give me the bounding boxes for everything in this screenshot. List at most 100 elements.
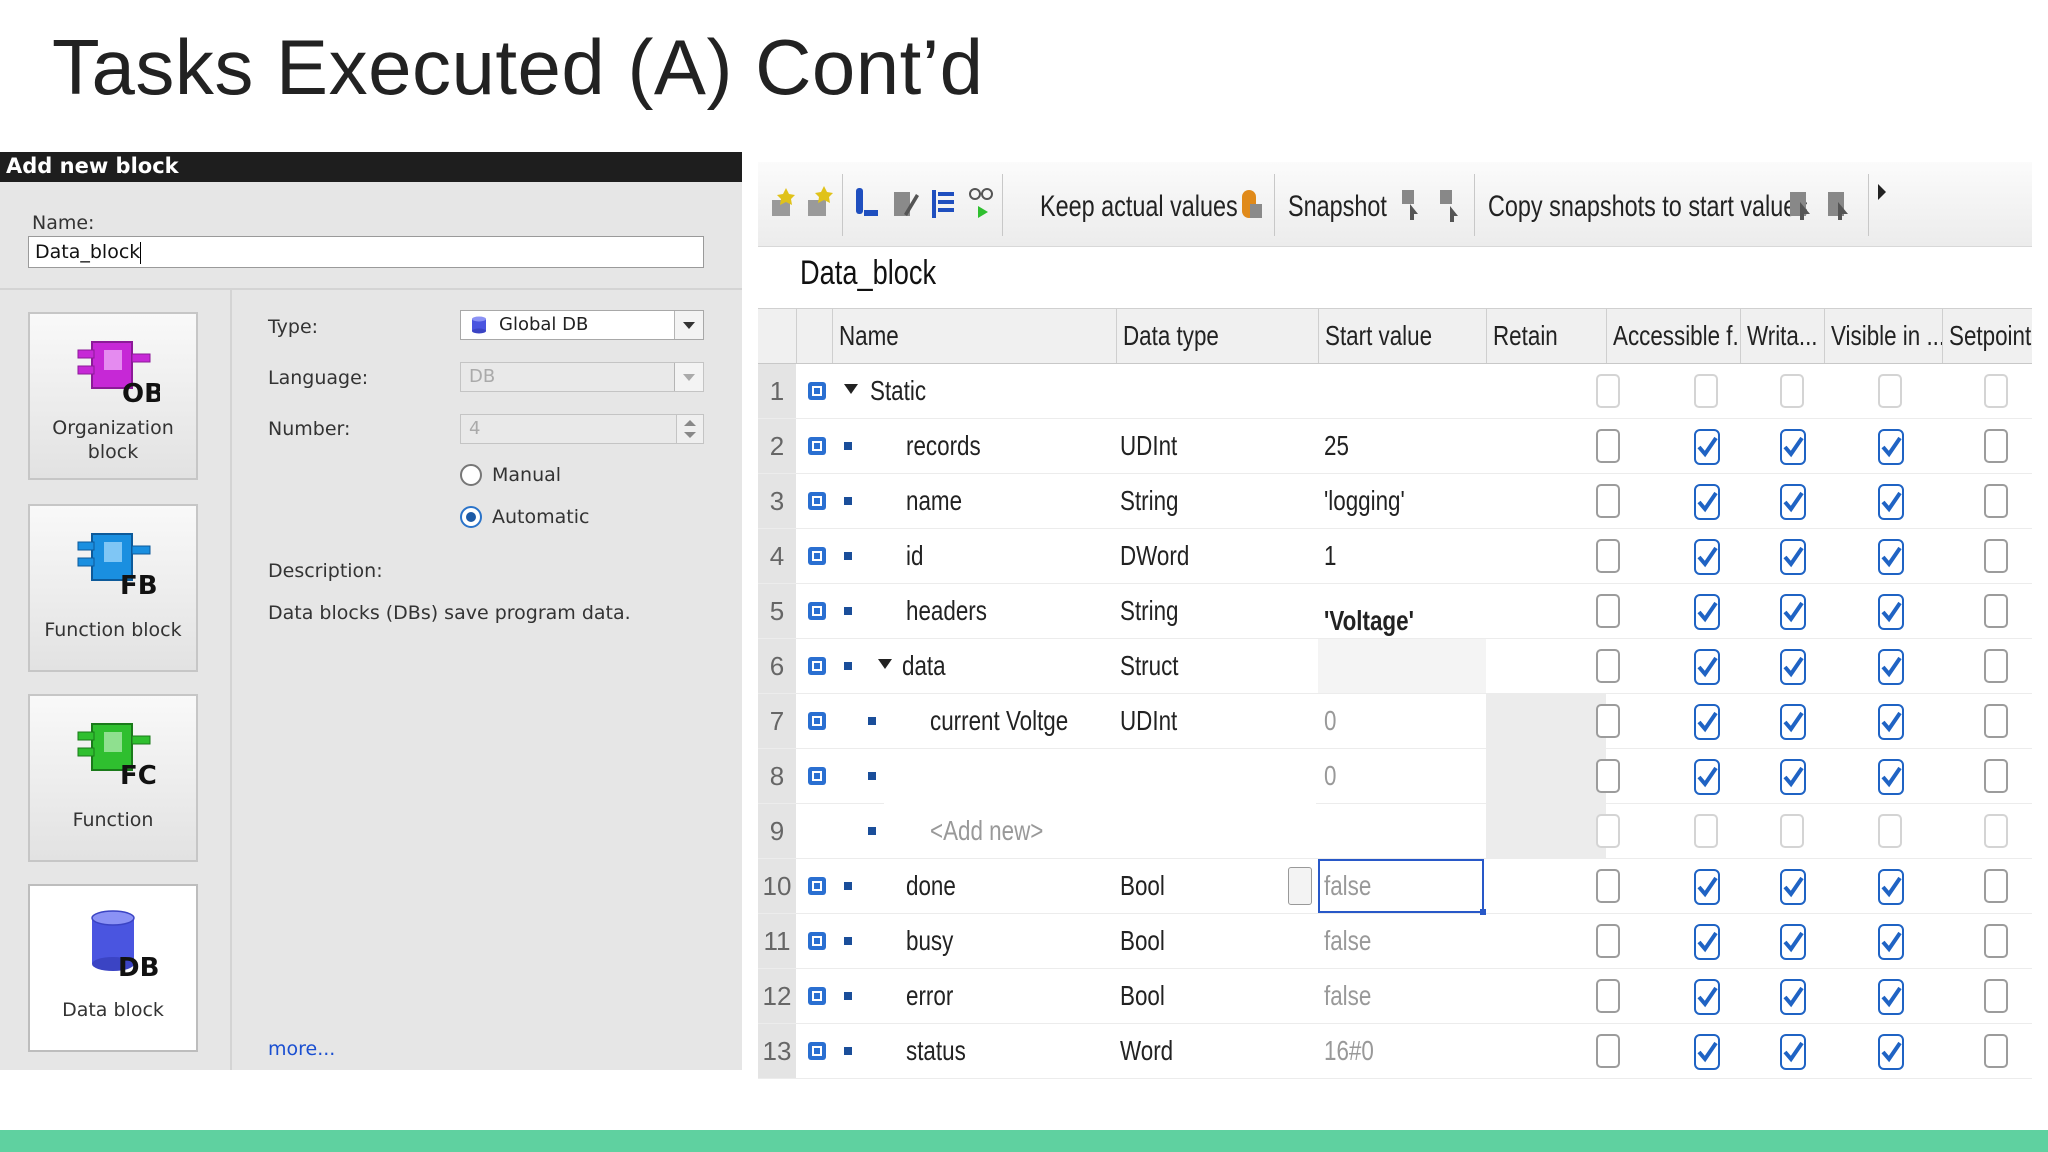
checkbox-unchecked[interactable] [1596, 484, 1620, 518]
header-retain[interactable]: Retain [1486, 309, 1606, 363]
table-row[interactable]: 12 error Bool false [758, 969, 2032, 1024]
value-edit-button[interactable] [1288, 867, 1312, 905]
checkbox-checked[interactable] [1780, 429, 1806, 465]
cell-start-value[interactable]: 0 [1324, 694, 1340, 748]
cell-name[interactable]: name [906, 474, 976, 528]
cell-data-type[interactable]: Word [1120, 1024, 1186, 1078]
cell-data-type[interactable]: Bool [1120, 859, 1176, 913]
checkbox-checked[interactable] [1694, 539, 1720, 575]
checkbox-unchecked[interactable] [1596, 539, 1620, 573]
cell-start-value[interactable]: false [1324, 914, 1383, 968]
checkbox-checked[interactable] [1694, 429, 1720, 465]
cell-start-value[interactable]: false [1324, 859, 1383, 913]
list-icon[interactable] [928, 184, 958, 224]
checkbox-unchecked[interactable] [1596, 429, 1620, 463]
table-row[interactable]: 5 headers String 'Voltage' [758, 584, 2032, 639]
cell-start-value[interactable]: false [1324, 969, 1383, 1023]
checkbox-unchecked[interactable] [1984, 484, 2008, 518]
expand-triangle-icon[interactable] [878, 659, 892, 669]
header-start-value[interactable]: Start value [1318, 309, 1486, 363]
checkbox-unchecked[interactable] [1984, 649, 2008, 683]
checkbox-checked[interactable] [1878, 869, 1904, 905]
expand-icon[interactable] [852, 184, 882, 224]
table-row[interactable]: 4 id DWord 1 [758, 529, 2032, 584]
header-data-type[interactable]: Data type [1116, 309, 1318, 363]
checkbox-checked[interactable] [1694, 594, 1720, 630]
cell-name[interactable]: busy [906, 914, 965, 968]
checkbox-checked[interactable] [1694, 484, 1720, 520]
load-setpoints-icon[interactable] [1824, 184, 1854, 224]
checkbox-checked[interactable] [1780, 594, 1806, 630]
checkbox-checked[interactable] [1694, 704, 1720, 740]
header-name[interactable]: Name [832, 309, 1116, 363]
cell-data-type[interactable]: Struct [1120, 639, 1193, 693]
cell-start-value[interactable]: 'logging' [1324, 474, 1425, 528]
table-row[interactable]: 2 records UDInt 25 [758, 419, 2032, 474]
cell-name[interactable]: data [902, 639, 957, 693]
checkbox-unchecked[interactable] [1596, 979, 1620, 1013]
function-button[interactable]: FC Function [28, 694, 198, 862]
data-block-button[interactable]: DB Data block [28, 884, 198, 1052]
checkbox-unchecked[interactable] [1596, 924, 1620, 958]
cell-name[interactable]: status [906, 1024, 981, 1078]
checkbox-checked[interactable] [1878, 1034, 1904, 1070]
checkbox-unchecked[interactable] [1596, 869, 1620, 903]
checkbox-unchecked[interactable] [1984, 594, 2008, 628]
checkbox-unchecked[interactable] [1984, 979, 2008, 1013]
checkbox-checked[interactable] [1878, 649, 1904, 685]
checkbox-checked[interactable] [1780, 704, 1806, 740]
cell-start-value[interactable]: 1 [1324, 529, 1340, 583]
checkbox-checked[interactable] [1780, 649, 1806, 685]
checkbox-checked[interactable] [1694, 979, 1720, 1015]
checkbox-checked[interactable] [1780, 539, 1806, 575]
header-writable[interactable]: Writa... [1740, 309, 1824, 363]
checkbox-unchecked[interactable] [1596, 374, 1620, 408]
cell-start-value[interactable]: 16#0 [1324, 1024, 1386, 1078]
cell-data-type[interactable]: String [1120, 474, 1193, 528]
function-block-button[interactable]: FB Function block [28, 504, 198, 672]
checkbox-checked[interactable] [1694, 924, 1720, 960]
edit-icon[interactable] [890, 184, 920, 224]
organization-block-button[interactable]: OB Organization block [28, 312, 198, 480]
checkbox-checked[interactable] [1780, 924, 1806, 960]
checkbox-checked[interactable] [1878, 704, 1904, 740]
checkbox-unchecked[interactable] [1596, 649, 1620, 683]
snapshot-button[interactable]: Snapshot [1288, 190, 1387, 224]
cell-start-value[interactable]: 25 [1324, 419, 1355, 473]
checkbox-checked[interactable] [1694, 759, 1720, 795]
checkbox-unchecked[interactable] [1984, 924, 2008, 958]
table-row[interactable]: 80 [758, 749, 2032, 805]
table-row[interactable]: 13 status Word 16#0 [758, 1024, 2032, 1079]
checkbox-checked[interactable] [1780, 759, 1806, 795]
checkbox-unchecked[interactable] [1596, 814, 1620, 848]
insert-row-icon[interactable] [768, 184, 798, 224]
automatic-radio[interactable] [460, 506, 482, 528]
checkbox-unchecked[interactable] [1984, 759, 2008, 793]
toolbar-overflow-icon[interactable] [1874, 180, 1890, 204]
header-visible[interactable]: Visible in ... [1824, 309, 1942, 363]
checkbox-unchecked[interactable] [1694, 374, 1718, 408]
more-link[interactable]: more... [268, 1038, 335, 1060]
checkbox-unchecked[interactable] [1596, 594, 1620, 628]
checkbox-unchecked[interactable] [1984, 814, 2008, 848]
checkbox-checked[interactable] [1878, 539, 1904, 575]
checkbox-checked[interactable] [1878, 484, 1904, 520]
table-row[interactable]: 7 current Voltge UDInt 0 [758, 694, 2032, 749]
name-input[interactable]: Data_block [28, 236, 704, 268]
checkbox-checked[interactable] [1694, 1034, 1720, 1070]
checkbox-unchecked[interactable] [1984, 429, 2008, 463]
checkbox-unchecked[interactable] [1596, 704, 1620, 738]
cell-name[interactable]: id [906, 529, 928, 583]
checkbox-checked[interactable] [1780, 979, 1806, 1015]
checkbox-checked[interactable] [1694, 869, 1720, 905]
keep-values-icon[interactable] [1236, 184, 1266, 224]
checkbox-checked[interactable] [1878, 979, 1904, 1015]
checkbox-unchecked[interactable] [1694, 814, 1718, 848]
table-row[interactable]: 11 busy Bool false [758, 914, 2032, 969]
checkbox-checked[interactable] [1878, 594, 1904, 630]
checkbox-checked[interactable] [1878, 429, 1904, 465]
checkbox-unchecked[interactable] [1878, 814, 1902, 848]
checkbox-checked[interactable] [1694, 649, 1720, 685]
cell-name[interactable]: records [906, 419, 999, 473]
header-setpoint[interactable]: Setpoint [1942, 309, 2032, 363]
